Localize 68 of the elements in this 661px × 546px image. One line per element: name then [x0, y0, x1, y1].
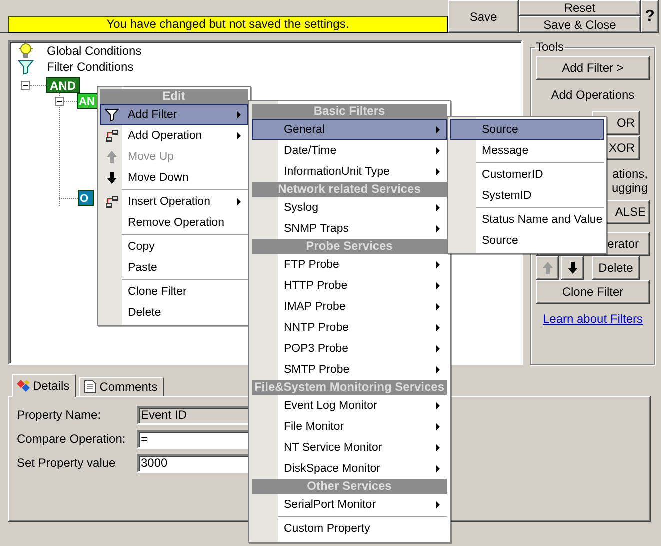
section-label: Add Operations	[550, 88, 636, 102]
operation-node[interactable]: O	[78, 190, 94, 206]
tree-item[interactable]: Filter Conditions	[47, 60, 134, 74]
menu-item[interactable]: CustomerID	[450, 164, 604, 185]
menu-item[interactable]: Delete	[100, 302, 248, 323]
menu-header: Probe Services	[252, 239, 447, 254]
operation-node[interactable]: AND	[46, 77, 80, 93]
help-button[interactable]: ?	[641, 0, 659, 33]
menu-header: Basic Filters	[252, 104, 447, 119]
arrow-down-icon	[566, 261, 580, 275]
menu-item[interactable]: Paste	[100, 257, 248, 278]
move-down-button[interactable]	[561, 256, 584, 280]
menu-item[interactable]: Source	[450, 119, 604, 140]
menu-item[interactable]: SerialPort Monitor	[252, 494, 447, 515]
collapse-icon[interactable]	[55, 96, 64, 106]
menu-header: File&System Monitoring Services	[252, 380, 447, 395]
operation-icon	[105, 194, 119, 208]
field-label: Compare Operation:	[17, 432, 127, 446]
add-filter-button[interactable]: Add Filter >	[536, 56, 650, 80]
menu-item[interactable]: Move Down	[100, 167, 248, 188]
menu-item[interactable]: HTTP Probe	[252, 275, 447, 296]
menu-item[interactable]: Copy	[100, 236, 248, 257]
tab[interactable]: Comments	[78, 377, 164, 396]
field-label: Set Property value	[17, 456, 117, 470]
tab[interactable]: Details	[12, 374, 76, 397]
clone-filter-button[interactable]: Clone Filter	[536, 280, 650, 304]
menu-item[interactable]: Status Name and Value	[450, 209, 604, 230]
field-label: Property Name:	[17, 408, 102, 422]
menu-header: Network related Services	[252, 182, 447, 197]
unsaved-warning: You have changed but not saved the settings.	[8, 16, 448, 33]
arrow-up-icon	[105, 150, 119, 164]
menu-item[interactable]: FTP Probe	[252, 254, 447, 275]
help-link[interactable]: Learn about Filters	[542, 312, 644, 326]
menu-item[interactable]: Insert Operation	[100, 191, 248, 212]
properties-icon	[16, 379, 31, 393]
group-title: Tools	[535, 40, 566, 54]
arrow-up-icon	[540, 261, 554, 275]
menu-item[interactable]: SNMP Traps	[252, 218, 447, 239]
delete-button[interactable]: Delete	[592, 256, 640, 280]
menu-item[interactable]: NNTP Probe	[252, 317, 447, 338]
funnel-icon	[105, 108, 119, 122]
reset-button[interactable]: Reset	[519, 0, 641, 16]
menu-item[interactable]: Custom Property	[252, 518, 447, 539]
menu-item[interactable]: Source	[450, 230, 604, 251]
operation-icon	[105, 128, 119, 142]
arrow-down-icon	[105, 170, 119, 184]
menu-item[interactable]: Add Filter	[100, 104, 248, 125]
light-bulb-icon	[18, 43, 34, 59]
hint-text: ugging	[610, 181, 649, 195]
save-button[interactable]: Save	[448, 0, 519, 33]
menu-item[interactable]: Syslog	[252, 197, 447, 218]
menu-item[interactable]: POP3 Probe	[252, 338, 447, 359]
menu-item[interactable]: SMTP Probe	[252, 359, 447, 380]
menu-item[interactable]: Date/Time	[252, 140, 447, 161]
document-icon	[82, 380, 98, 394]
menu-header: Edit	[100, 89, 248, 104]
menu-item[interactable]: InformationUnit Type	[252, 161, 447, 182]
menu-item[interactable]: IMAP Probe	[252, 296, 447, 317]
menu-item[interactable]: Clone Filter	[100, 281, 248, 302]
funnel-icon	[18, 59, 34, 75]
menu-item[interactable]: Add Operation	[100, 125, 248, 146]
menu-item[interactable]: Remove Operation	[100, 212, 248, 233]
collapse-icon[interactable]	[21, 80, 30, 90]
menu-item[interactable]: General	[252, 119, 447, 140]
menu-header: Other Services	[252, 479, 447, 494]
tree-item[interactable]: Global Conditions	[47, 44, 142, 58]
save-close-button[interactable]: Save & Close	[519, 16, 641, 33]
menu-item[interactable]: SystemID	[450, 185, 604, 206]
